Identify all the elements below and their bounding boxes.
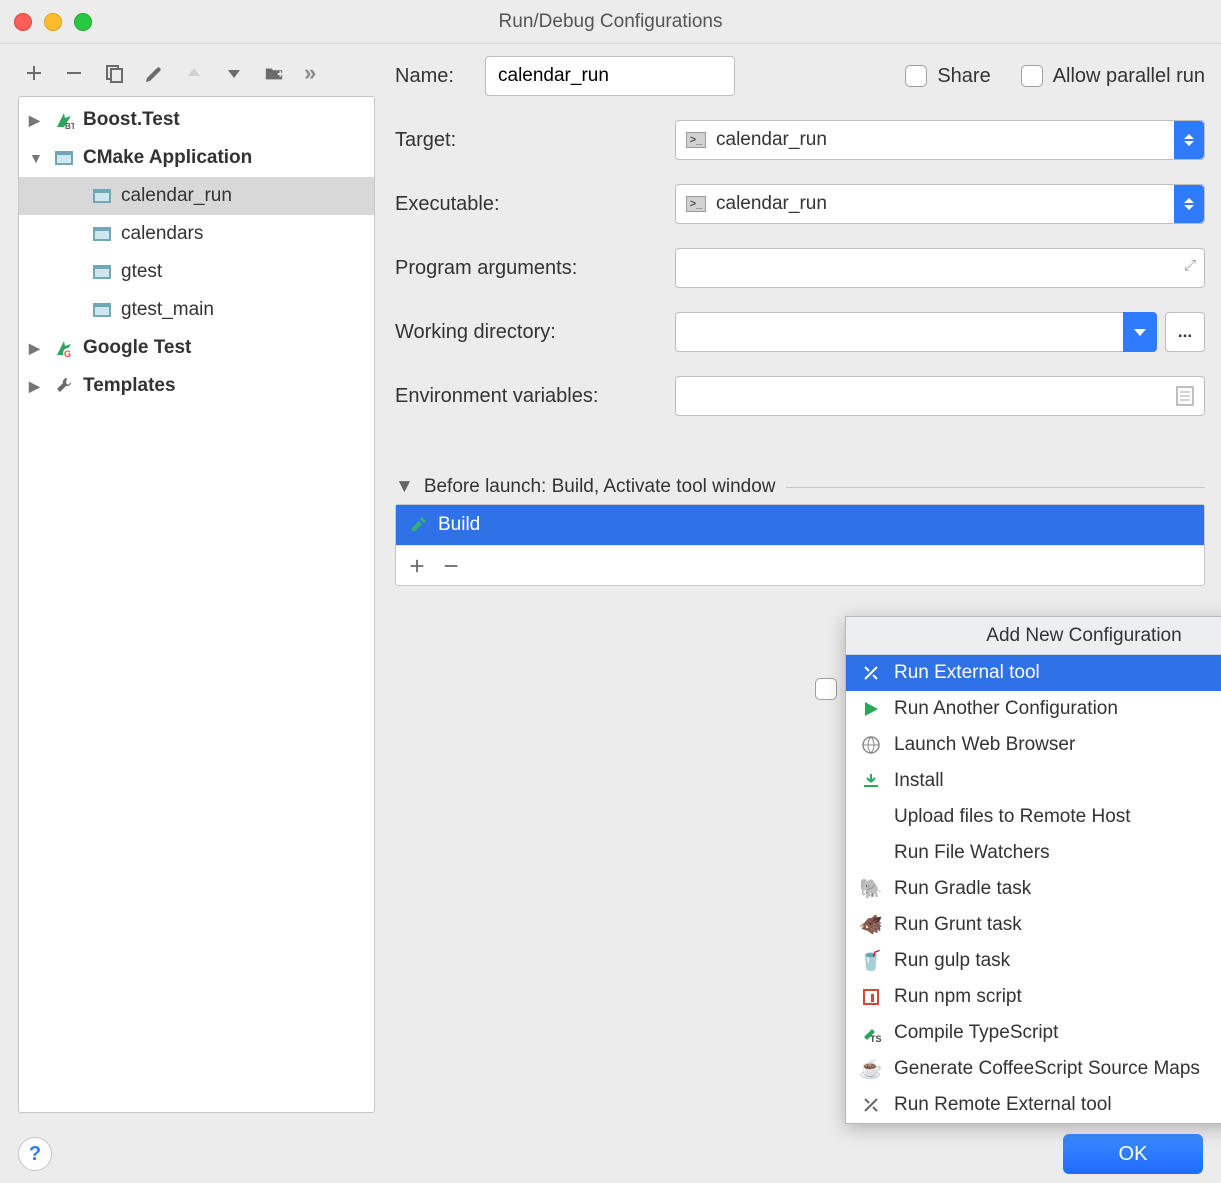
tree-item-calendars[interactable]: calendars: [19, 215, 374, 253]
add-task-icon[interactable]: [408, 557, 426, 575]
show-checkbox[interactable]: [815, 678, 837, 700]
tree-toolbar: »: [18, 56, 375, 90]
popup-item-npm[interactable]: Run npm script: [846, 979, 1221, 1015]
before-launch-list: Build: [395, 504, 1205, 586]
target-icon: >_: [686, 132, 706, 148]
app-icon: [91, 189, 113, 203]
popup-item-install[interactable]: Install: [846, 763, 1221, 799]
more-icon[interactable]: »: [304, 60, 316, 86]
grunt-icon: 🐗: [860, 913, 882, 937]
expand-icon[interactable]: ⤢: [1184, 257, 1196, 274]
popup-item-remote-tool[interactable]: Run Remote External tool: [846, 1087, 1221, 1123]
popup-item-run-external-tool[interactable]: Run External tool: [846, 655, 1221, 691]
window-title: Run/Debug Configurations: [0, 11, 1221, 33]
app-icon: [53, 151, 75, 165]
npm-icon: [860, 988, 882, 1006]
parallel-checkbox[interactable]: Allow parallel run: [1021, 65, 1205, 88]
chevron-updown-icon[interactable]: [1174, 185, 1204, 223]
help-button[interactable]: ?: [18, 1137, 52, 1171]
svg-text:G: G: [64, 349, 71, 358]
ok-button[interactable]: OK: [1063, 1134, 1203, 1174]
share-checkbox[interactable]: Share: [905, 65, 990, 88]
popup-item-upload-remote[interactable]: Upload files to Remote Host: [846, 799, 1221, 835]
target-label: Target:: [395, 129, 675, 152]
popup-item-launch-browser[interactable]: Launch Web Browser: [846, 727, 1221, 763]
app-icon: [91, 227, 113, 241]
svg-text:BT: BT: [65, 122, 74, 130]
add-config-popup: Add New Configuration Run External tool …: [845, 616, 1221, 1124]
tree-node-google-test[interactable]: ▶ G Google Test: [19, 329, 374, 367]
args-input[interactable]: ⤢: [675, 248, 1205, 288]
env-input[interactable]: [675, 376, 1205, 416]
tools-icon: [860, 663, 882, 683]
wd-label: Working directory:: [395, 321, 675, 344]
tree-node-boost[interactable]: ▶ BT Boost.Test: [19, 101, 374, 139]
collapse-icon[interactable]: ▼: [395, 476, 414, 498]
tree-item-calendar-run[interactable]: calendar_run: [19, 177, 374, 215]
popup-item-coffeescript[interactable]: ☕ Generate CoffeeScript Source Maps: [846, 1051, 1221, 1087]
wrench-icon: [53, 376, 75, 396]
popup-item-gulp[interactable]: 🥤 Run gulp task: [846, 943, 1221, 979]
folder-icon[interactable]: [264, 63, 284, 83]
chevron-updown-icon[interactable]: [1174, 121, 1204, 159]
collapse-icon[interactable]: ▼: [29, 150, 45, 166]
remove-task-icon[interactable]: [442, 557, 460, 575]
coffee-icon: ☕: [860, 1057, 882, 1081]
chevron-down-icon[interactable]: [1123, 312, 1157, 352]
tree-node-cmake[interactable]: ▼ CMake Application: [19, 139, 374, 177]
app-icon: [91, 265, 113, 279]
args-label: Program arguments:: [395, 257, 675, 280]
play-icon: [860, 700, 882, 718]
executable-icon: >_: [686, 196, 706, 212]
expand-icon[interactable]: ▶: [29, 378, 45, 395]
popup-item-grunt[interactable]: 🐗 Run Grunt task: [846, 907, 1221, 943]
remove-config-icon[interactable]: [64, 63, 84, 83]
move-up-icon: [184, 63, 204, 83]
dialog-footer: ? OK: [0, 1125, 1221, 1183]
list-icon[interactable]: [1176, 386, 1194, 406]
add-config-icon[interactable]: [24, 63, 44, 83]
popup-item-file-watchers[interactable]: Run File Watchers: [846, 835, 1221, 871]
wd-input[interactable]: [675, 312, 1123, 352]
popup-item-gradle[interactable]: 🐘 Run Gradle task: [846, 871, 1221, 907]
tree-node-templates[interactable]: ▶ Templates: [19, 367, 374, 405]
before-launch-item[interactable]: Build: [396, 505, 1204, 545]
executable-combo[interactable]: >_ calendar_run: [675, 184, 1205, 224]
boost-icon: BT: [53, 110, 75, 130]
svg-text:TS: TS: [870, 1034, 881, 1043]
before-launch-toolbar: [396, 545, 1204, 585]
install-icon: [860, 772, 882, 790]
browse-button[interactable]: ...: [1165, 312, 1205, 352]
gtest-icon: G: [53, 338, 75, 358]
executable-label: Executable:: [395, 193, 675, 216]
app-icon: [91, 303, 113, 317]
copy-config-icon[interactable]: [104, 63, 124, 83]
popup-title: Add New Configuration: [846, 617, 1221, 655]
globe-icon: [860, 736, 882, 754]
hammer-icon: [408, 515, 428, 535]
before-launch-header[interactable]: ▼ Before launch: Build, Activate tool wi…: [395, 476, 1205, 498]
move-down-icon[interactable]: [224, 63, 244, 83]
titlebar: Run/Debug Configurations: [0, 0, 1221, 44]
name-label: Name:: [395, 65, 485, 88]
ts-icon: TS: [860, 1023, 882, 1043]
expand-icon[interactable]: ▶: [29, 112, 45, 129]
popup-item-typescript[interactable]: TS Compile TypeScript: [846, 1015, 1221, 1051]
expand-icon[interactable]: ▶: [29, 340, 45, 357]
env-label: Environment variables:: [395, 385, 675, 408]
tree-item-gtest[interactable]: gtest: [19, 253, 374, 291]
gulp-icon: 🥤: [860, 949, 882, 973]
tree-item-gtest-main[interactable]: gtest_main: [19, 291, 374, 329]
target-combo[interactable]: >_ calendar_run: [675, 120, 1205, 160]
name-input[interactable]: [485, 56, 735, 96]
remote-tools-icon: [860, 1095, 882, 1115]
config-tree[interactable]: ▶ BT Boost.Test ▼ CMake Application cale…: [18, 96, 375, 1113]
edit-defaults-icon[interactable]: [144, 63, 164, 83]
popup-item-run-another[interactable]: Run Another Configuration: [846, 691, 1221, 727]
gradle-icon: 🐘: [860, 877, 882, 901]
